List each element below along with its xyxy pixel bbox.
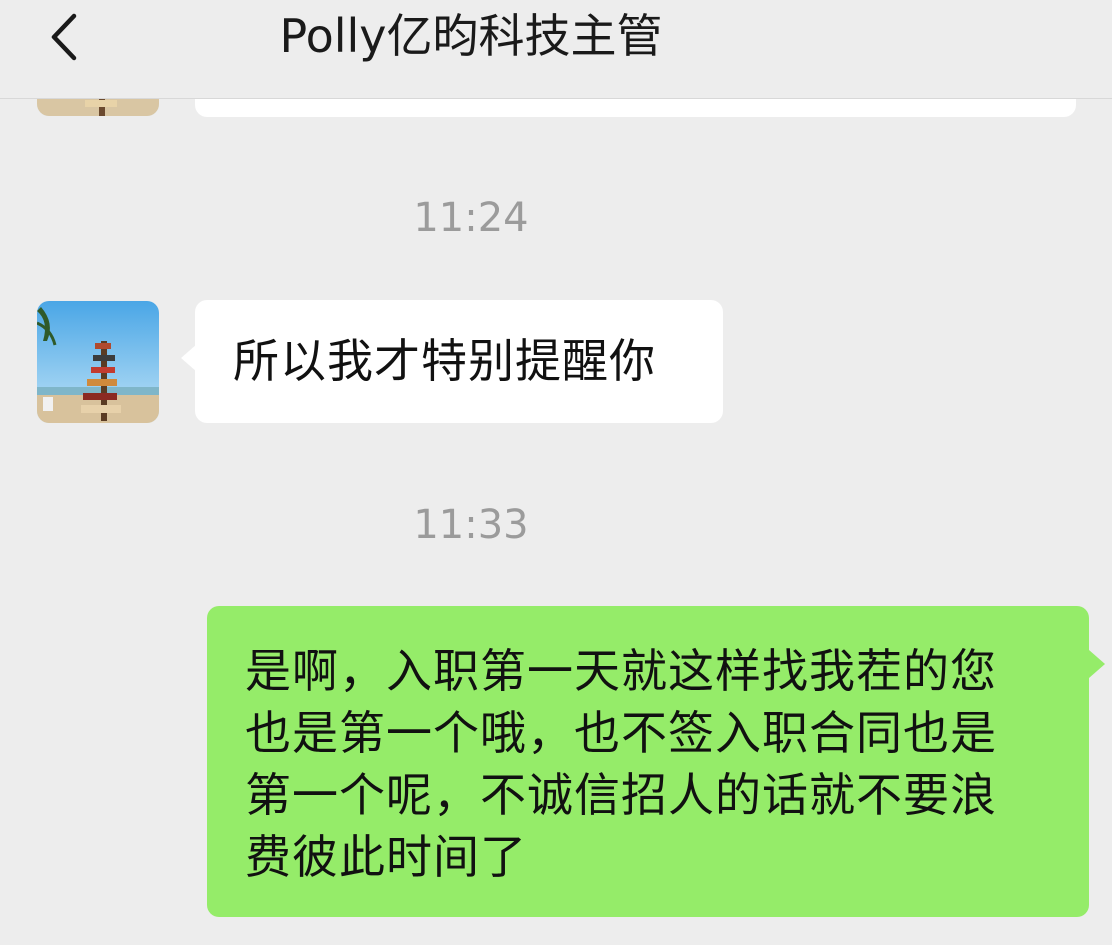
message-timestamp: 11:33 [413, 502, 529, 548]
chat-header: Polly亿昀科技主管 [0, 0, 1112, 99]
message-timestamp: 11:24 [413, 195, 529, 241]
bubble-tail [1089, 650, 1105, 678]
incoming-message-bubble[interactable]: 所以我才特别提醒你 [181, 300, 723, 423]
chat-title: Polly亿昀科技主管 [279, 9, 663, 63]
outgoing-message-line: 也是第一个哦，也不签入职合同也是 [245, 706, 997, 760]
contact-avatar[interactable] [37, 301, 159, 423]
outgoing-message-line: 是啊，入职第一天就这样找我茬的您 [245, 644, 997, 698]
outgoing-message-line: 费彼此时间了 [245, 830, 527, 884]
incoming-message-text: 所以我才特别提醒你 [233, 334, 656, 388]
outgoing-message-line: 第一个呢，不诚信招人的话就不要浪 [245, 768, 997, 822]
outgoing-message-bubble[interactable]: 是啊，入职第一天就这样找我茬的您 也是第一个哦，也不签入职合同也是 第一个呢，不… [207, 606, 1105, 917]
bubble-tail [181, 344, 197, 372]
